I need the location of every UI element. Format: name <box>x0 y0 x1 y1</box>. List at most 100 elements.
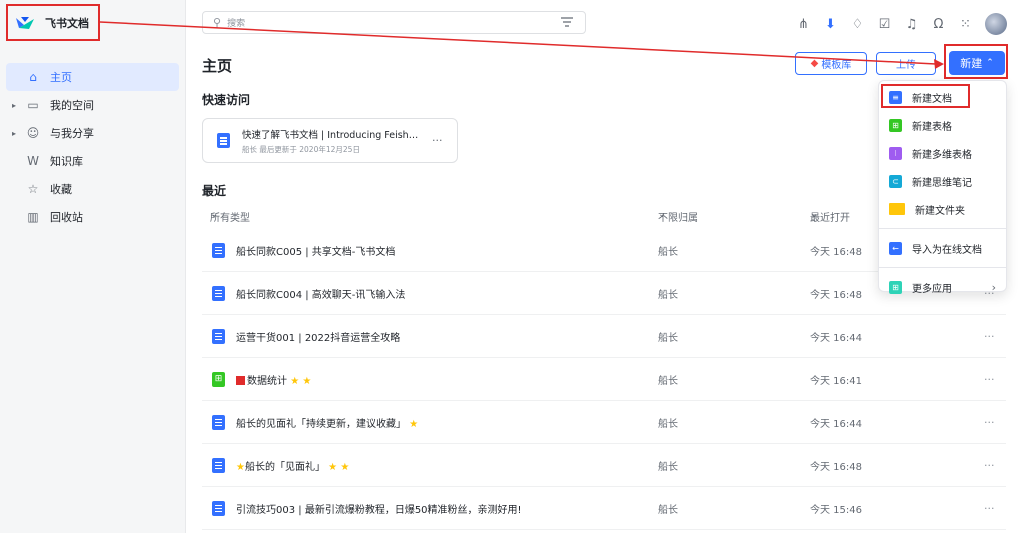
menu-item-label: 更多应用 <box>912 283 952 295</box>
star-emoji-icon: ★ <box>290 375 300 387</box>
caret-right-icon[interactable]: ▸ <box>12 129 24 138</box>
file-name-wrap: 数据统计 ★ ★ <box>236 372 311 387</box>
file-owner: 船长 <box>658 504 678 516</box>
top-toolbar: ⋔ ⬇ ♢ ☑ ♫ Ω ⁙ <box>790 13 1007 35</box>
sidebar-item-trash[interactable]: ▥ 回收站 <box>6 203 179 231</box>
apps-grid-icon[interactable]: ⁙ <box>952 14 979 34</box>
menu-item-more-apps[interactable]: ⊞ 更多应用 › <box>879 273 1006 301</box>
menu-item-new-sheet[interactable]: ⊞ 新建表格 <box>879 111 1006 139</box>
star-emoji-icon: ★ <box>236 461 245 473</box>
sidebar-item-my-space[interactable]: ▸ ▭ 我的空间 <box>6 91 179 119</box>
new-button[interactable]: 新建 ⌃ <box>949 51 1005 75</box>
file-name: 船长同款C004 | 高效聊天-讯飞输入法 <box>236 289 406 301</box>
apps-icon: ⊞ <box>889 280 902 294</box>
file-time: 今天 16:48 <box>810 461 862 473</box>
caret-right-icon[interactable]: ▸ <box>12 101 24 110</box>
file-owner: 船长 <box>658 418 678 430</box>
menu-item-label: 新建表格 <box>912 121 952 133</box>
sidebar-nav: ⌂ 主页 ▸ ▭ 我的空间 ▸ ☺ 与我分享 W 知识库 ☆ 收藏 ▥ 回收站 <box>6 63 179 231</box>
menu-item-new-folder[interactable]: 新建文件夹 <box>879 195 1006 223</box>
file-name-wrap: ★船长的「见面礼」 ★ ★ <box>236 458 349 473</box>
file-name: 船长的见面礼「持续更新，建议收藏」 <box>236 418 406 430</box>
template-icon: ◆ <box>810 58 819 69</box>
template-library-button[interactable]: ◆ 模板库 <box>795 52 867 75</box>
folder-icon <box>889 203 905 215</box>
file-owner: 船长 <box>658 332 678 344</box>
sidebar-item-home[interactable]: ⌂ 主页 <box>6 63 179 91</box>
bitable-icon: ⁝ <box>889 146 902 160</box>
file-owner: 船长 <box>658 461 678 473</box>
menu-item-new-mindnote[interactable]: ⊂ 新建思维笔记 <box>879 167 1006 195</box>
column-label: 最近打开 <box>810 213 850 224</box>
more-icon[interactable]: ··· <box>984 416 995 429</box>
sidebar: 飞书文档 ⌂ 主页 ▸ ▭ 我的空间 ▸ ☺ 与我分享 W 知识库 ☆ 收藏 ▥… <box>0 0 186 533</box>
menu-item-label: 新建多维表格 <box>912 149 972 161</box>
sidebar-item-shared[interactable]: ▸ ☺ 与我分享 <box>6 119 179 147</box>
menu-divider <box>879 228 1006 229</box>
file-name: 船长的「见面礼」 <box>244 461 325 473</box>
doc-icon <box>217 133 230 148</box>
table-row[interactable]: 船长的见面礼「持续更新，建议收藏」 ★ 船长 今天 16:44 ··· <box>202 401 1006 444</box>
org-chart-icon[interactable]: ⋔ <box>790 14 817 34</box>
table-row[interactable]: ⊞ 数据统计 ★ ★ 船长 今天 16:41 ··· <box>202 358 1006 401</box>
import-icon: ← <box>889 241 902 255</box>
folder-icon: ▭ <box>27 98 39 112</box>
page-title: 主页 <box>202 57 233 75</box>
sort-recent[interactable]: 最近打开 ⌄ <box>810 209 850 224</box>
menu-item-label: 新建文件夹 <box>915 205 965 217</box>
doc-icon <box>212 414 225 430</box>
menu-item-label: 导入为在线文档 <box>912 244 982 256</box>
more-icon[interactable]: ··· <box>984 502 995 515</box>
owner-filter[interactable]: 不限归属 ⌄ <box>658 209 698 224</box>
card-title: 快速了解飞书文档 | Introducing Feishu ... <box>242 129 422 141</box>
type-filter[interactable]: 所有类型 ⌄ <box>210 209 250 224</box>
search-input[interactable]: 搜索 <box>227 16 245 29</box>
search-bar[interactable]: ⚲ 搜索 <box>202 11 586 34</box>
new-dropdown-menu: ≡ 新建文档 ⊞ 新建表格 ⁝ 新建多维表格 ⊂ 新建思维笔记 新建文件夹 ← … <box>878 80 1007 295</box>
template-label: 模板库 <box>821 60 852 71</box>
file-time: 今天 16:44 <box>810 332 862 344</box>
table-row[interactable]: 引流技巧003 | 最新引流爆粉教程，日爆50精准粉丝，亲测好用! 船长 今天 … <box>202 487 1006 530</box>
sidebar-item-favorites[interactable]: ☆ 收藏 <box>6 175 179 203</box>
headset-icon[interactable]: Ω <box>925 14 952 34</box>
file-owner: 船长 <box>658 375 678 387</box>
file-name: 运营干货001 | 2022抖音运营全攻略 <box>236 332 401 344</box>
filter-icon[interactable] <box>561 17 573 27</box>
star-emoji-icon: ★ <box>328 461 338 473</box>
checkbox-icon[interactable]: ☑ <box>871 14 898 34</box>
upload-button[interactable]: 上传 <box>876 52 936 75</box>
sidebar-item-label: 回收站 <box>50 211 83 224</box>
menu-divider <box>879 267 1006 268</box>
avatar[interactable] <box>985 13 1007 35</box>
sidebar-item-label: 收藏 <box>50 183 72 196</box>
more-icon[interactable]: ··· <box>984 330 995 343</box>
bell-icon[interactable]: ♫ <box>898 14 925 34</box>
doc-icon <box>212 328 225 344</box>
star-emoji-icon: ★ <box>302 375 312 387</box>
chevron-up-icon: ⌃ <box>986 58 994 68</box>
quick-access-card[interactable]: 快速了解飞书文档 | Introducing Feishu ... 船长 最后更… <box>202 118 458 163</box>
download-icon[interactable]: ⬇ <box>817 14 844 34</box>
sidebar-item-wiki[interactable]: W 知识库 <box>6 147 179 175</box>
sheet-icon: ⊞ <box>212 371 225 387</box>
menu-item-import[interactable]: ← 导入为在线文档 <box>879 234 1006 262</box>
people-icon: ☺ <box>26 126 40 140</box>
menu-item-new-bitable[interactable]: ⁝ 新建多维表格 <box>879 139 1006 167</box>
more-icon[interactable]: ··· <box>984 459 995 472</box>
app-name: 飞书文档 <box>45 16 89 30</box>
more-icon[interactable]: ··· <box>432 134 443 147</box>
sidebar-item-label: 主页 <box>50 71 72 84</box>
bulb-icon[interactable]: ♢ <box>844 14 871 34</box>
star-emoji-icon: ★ <box>340 461 350 473</box>
column-label: 所有类型 <box>210 213 250 224</box>
doc-icon <box>212 242 225 258</box>
card-subtitle: 船长 最后更新于 2020年12月25日 <box>242 144 360 154</box>
more-icon[interactable]: ··· <box>984 373 995 386</box>
file-time: 今天 15:46 <box>810 504 862 516</box>
red-flag-icon <box>236 375 245 385</box>
table-row[interactable]: 运营干货001 | 2022抖音运营全攻略 船长 今天 16:44 ··· <box>202 315 1006 358</box>
mindnote-icon: ⊂ <box>889 174 902 188</box>
app-logo[interactable]: 飞书文档 <box>6 4 100 41</box>
home-icon: ⌂ <box>29 70 37 84</box>
table-row[interactable]: ★船长的「见面礼」 ★ ★ 船长 今天 16:48 ··· <box>202 444 1006 487</box>
